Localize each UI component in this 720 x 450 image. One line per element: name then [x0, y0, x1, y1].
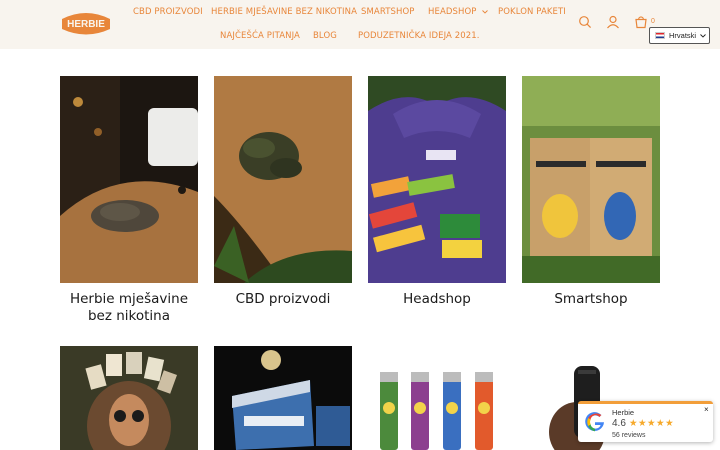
google-logo-icon: [585, 412, 604, 432]
review-business-name: Herbie: [612, 408, 635, 417]
collection-image-smartshop[interactable]: [522, 76, 660, 283]
collection-image-cbd-proizvodi[interactable]: [214, 76, 352, 283]
account-icon[interactable]: [606, 15, 620, 29]
collection-image-lighters[interactable]: [368, 346, 506, 450]
nav-item-smartshop[interactable]: SMARTSHOP: [361, 6, 415, 18]
language-selector[interactable]: Hrvatski: [649, 27, 710, 44]
collection-label-herbie-mjesavine[interactable]: Herbie mješavine bez nikotina: [60, 291, 198, 325]
site-header: HERBIE CBD PROIZVODI HERBIE MJEŠAVINE BE…: [0, 0, 720, 49]
nav-item-najcesca-pitanja[interactable]: NAJČEŠĆA PITANJA: [220, 30, 300, 42]
croatia-flag-icon: [655, 32, 665, 39]
chevron-down-icon: [481, 10, 488, 14]
nav-item-blog[interactable]: BLOG: [313, 30, 337, 42]
review-count[interactable]: 56 reviews: [612, 432, 645, 439]
mug-herbs-photo: [60, 76, 198, 283]
printed-lighters-photo: [368, 346, 506, 450]
nav-item-cbd-proizvodi[interactable]: CBD PROIZVODI: [133, 6, 203, 18]
nav-item-poklon-paketi[interactable]: POKLON PAKETI: [498, 6, 566, 18]
herbie-logo[interactable]: HERBIE: [60, 10, 112, 36]
collection-label-smartshop[interactable]: Smartshop: [522, 291, 660, 308]
collection-label-headshop[interactable]: Headshop: [368, 291, 506, 308]
collection-image-headshop[interactable]: [368, 76, 506, 283]
language-label: Hrvatski: [669, 31, 697, 40]
nav-item-headshop[interactable]: HEADSHOP: [428, 6, 488, 18]
google-reviews-widget[interactable]: Herbie 4.6 ★★★★★ 56 reviews ×: [578, 401, 713, 442]
nav-item-poduzetnicka-ideja[interactable]: PODUZETNIČKA IDEJA 2021.: [358, 30, 480, 42]
kraft-bags-photo: [522, 76, 660, 283]
chevron-down-icon: [700, 33, 706, 38]
collection-label-cbd-proizvodi[interactable]: CBD proizvodi: [214, 291, 352, 308]
woman-products-photo: [60, 346, 198, 450]
review-rating-value: 4.6: [612, 418, 626, 429]
collection-image-woman-products[interactable]: [60, 346, 198, 450]
cbd-buds-photo: [214, 76, 352, 283]
collection-image-herbie-mjesavine[interactable]: [60, 76, 198, 283]
cart-icon[interactable]: [634, 15, 648, 29]
svg-text:HERBIE: HERBIE: [67, 19, 105, 30]
review-stars: ★★★★★: [629, 418, 675, 429]
nav-item-headshop-label: HEADSHOP: [428, 7, 477, 17]
search-icon[interactable]: [578, 15, 592, 29]
hoodie-papers-photo: [368, 76, 506, 283]
close-icon[interactable]: ×: [704, 405, 709, 414]
nav-item-herbie-mjesavine[interactable]: HERBIE MJEŠAVINE BEZ NIKOTINA: [211, 6, 357, 18]
cart-count-badge: 0: [651, 18, 655, 25]
collection-image-rolling-papers[interactable]: [214, 346, 352, 450]
rolling-papers-display-photo: [214, 346, 352, 450]
